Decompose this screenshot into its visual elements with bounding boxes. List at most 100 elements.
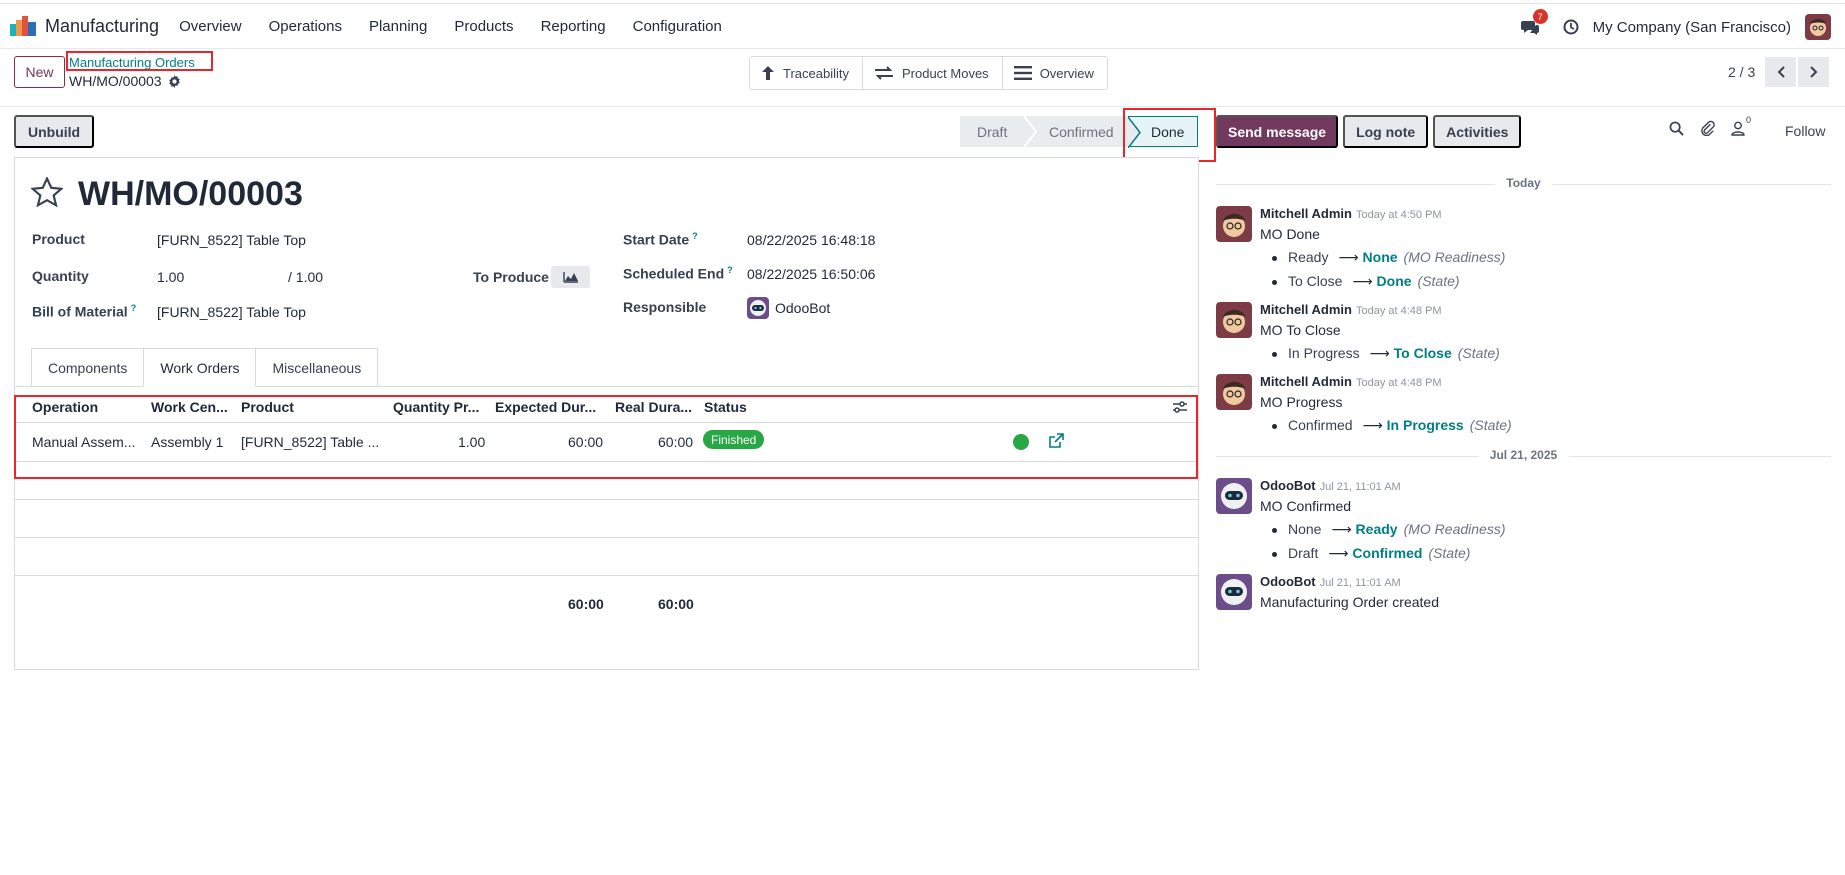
highlight-box — [1123, 108, 1216, 162]
total-real-duration: 60:00 — [658, 596, 694, 612]
menu-overview[interactable]: Overview — [179, 18, 242, 35]
avatar[interactable] — [1216, 478, 1252, 514]
message-author[interactable]: OdooBot — [1260, 478, 1316, 493]
avatar[interactable] — [1216, 374, 1252, 410]
search-messages-button[interactable] — [1669, 121, 1684, 136]
message-date: Today at 4:48 PM — [1355, 305, 1442, 317]
tab-components[interactable]: Components — [31, 348, 145, 387]
overview-label: Overview — [1039, 65, 1094, 81]
forecast-report-button[interactable] — [551, 266, 590, 288]
manufacturing-app-icon — [10, 16, 36, 36]
odoobot-avatar — [747, 297, 769, 319]
menu-configuration[interactable]: Configuration — [633, 18, 722, 35]
breadcrumb-current: WH/MO/00003 — [69, 73, 181, 89]
empty-row — [15, 538, 1198, 576]
record-name: WH/MO/00003 — [69, 73, 162, 89]
avatar[interactable] — [1216, 302, 1252, 338]
quantity-field[interactable]: 1.00 — [157, 269, 184, 285]
message-author[interactable]: Mitchell Admin — [1260, 374, 1352, 389]
tracking-value: In Progress ⟶ To Close (State) — [1260, 345, 1831, 362]
menu-operations[interactable]: Operations — [269, 18, 342, 35]
message-author[interactable]: OdooBot — [1260, 574, 1316, 589]
systray: 7 My Company (San Francisco) — [1520, 4, 1845, 50]
status-draft[interactable]: Draft — [960, 116, 1024, 147]
avatar[interactable] — [1216, 206, 1252, 242]
message: Mitchell Admin Today at 4:50 PM MO Done R… — [1216, 202, 1831, 290]
responsible-label: Responsible — [623, 299, 707, 315]
product-moves-label: Product Moves — [901, 65, 989, 81]
bars-icon — [1013, 66, 1032, 80]
product-moves-button[interactable]: Product Moves — [863, 57, 1003, 89]
menu-reporting[interactable]: Reporting — [541, 18, 606, 35]
message-body: MO Progress — [1260, 394, 1343, 410]
message: OdooBot Jul 21, 11:01 AM Manufacturing Or… — [1216, 570, 1831, 610]
chevron-left-icon — [1777, 66, 1785, 78]
bom-label: Bill of Material? — [32, 303, 137, 320]
responsible-field[interactable]: OdooBot — [775, 300, 830, 316]
date-separator: Jul 21, 2025 — [1216, 446, 1831, 466]
unbuild-button[interactable]: Unbuild — [14, 115, 95, 148]
menu-planning[interactable]: Planning — [369, 18, 427, 35]
start-date-field[interactable]: 08/22/2025 16:48:18 — [747, 232, 875, 248]
star-icon[interactable] — [31, 177, 63, 208]
messaging-button[interactable]: 7 — [1520, 9, 1548, 35]
message-body: MO Confirmed — [1260, 498, 1352, 514]
message-author[interactable]: Mitchell Admin — [1260, 206, 1352, 221]
message: Mitchell Admin Today at 4:48 PM MO Progre… — [1216, 370, 1831, 434]
main-menu: Overview Operations Planning Products Re… — [179, 18, 749, 35]
pager-next-button[interactable] — [1798, 57, 1830, 87]
empty-row — [15, 500, 1198, 538]
message-date: Jul 21, 11:01 AM — [1319, 577, 1401, 589]
highlight-box — [66, 51, 213, 71]
overview-button[interactable]: Overview — [1003, 57, 1107, 89]
log-note-button[interactable]: Log note — [1343, 115, 1429, 148]
quantity-label: Quantity — [32, 268, 89, 284]
product-field[interactable]: [FURN_8522] Table Top — [157, 232, 306, 248]
tracking-value: None ⟶ Ready (MO Readiness) — [1260, 521, 1831, 538]
paperclip-icon — [1701, 120, 1715, 136]
attachments-button[interactable] — [1700, 120, 1715, 136]
control-panel: New Manufacturing Orders WH/MO/00003 Tra… — [0, 49, 1845, 107]
message-author[interactable]: Mitchell Admin — [1260, 302, 1352, 317]
scheduled-end-field[interactable]: 08/22/2025 16:50:06 — [747, 266, 875, 282]
smart-buttons: Traceability Product Moves Overview — [749, 56, 1108, 90]
activities-button[interactable]: Activities — [1433, 115, 1522, 148]
user-avatar[interactable] — [1805, 14, 1831, 40]
area-chart-icon — [562, 272, 578, 283]
follow-button[interactable]: Follow — [1785, 123, 1825, 139]
gear-icon[interactable] — [168, 74, 181, 88]
traceability-button[interactable]: Traceability — [750, 57, 863, 89]
highlight-box — [14, 395, 1198, 479]
notebook-tabs: Components Work Orders Miscellaneous — [31, 348, 379, 387]
message-body: Manufacturing Order created — [1260, 594, 1439, 610]
menu-products[interactable]: Products — [454, 18, 513, 35]
avatar[interactable] — [1216, 574, 1252, 610]
status-confirmed[interactable]: Confirmed — [1024, 116, 1128, 147]
activity-button[interactable] — [1563, 19, 1579, 35]
pager-value[interactable]: 2 / 3 — [1728, 64, 1755, 80]
message: Mitchell Admin Today at 4:48 PM MO To Clo… — [1216, 298, 1831, 362]
chevron-right-icon — [1810, 66, 1818, 78]
company-switcher[interactable]: My Company (San Francisco) — [1593, 19, 1791, 36]
pager-previous-button[interactable] — [1765, 57, 1797, 87]
message-body: MO Done — [1260, 226, 1320, 242]
bom-field[interactable]: [FURN_8522] Table Top — [157, 304, 306, 320]
send-message-button[interactable]: Send message — [1216, 115, 1339, 148]
to-produce-label: To Produce — [473, 269, 549, 285]
app-brand[interactable]: Manufacturing — [10, 16, 159, 37]
follower-count: 0 — [1746, 114, 1752, 125]
status-confirmed-label: Confirmed — [1049, 123, 1114, 140]
exchange-icon — [874, 66, 893, 80]
new-button[interactable]: New — [14, 56, 65, 88]
chatter-toolbar: Send message Log note Activities — [1216, 115, 1526, 148]
followers-button[interactable]: 0 — [1731, 115, 1751, 136]
total-expected-duration: 60:00 — [568, 596, 604, 612]
tab-miscellaneous[interactable]: Miscellaneous — [255, 348, 379, 387]
scheduled-end-label: Scheduled End? — [623, 265, 733, 282]
message-date: Jul 21, 11:01 AM — [1319, 481, 1401, 493]
date-separator-label: Jul 21, 2025 — [1477, 448, 1570, 462]
tab-work-orders[interactable]: Work Orders — [143, 348, 257, 387]
product-label: Product — [32, 231, 85, 247]
chatter-icons: 0 — [1669, 115, 1761, 136]
tracking-value: Confirmed ⟶ In Progress (State) — [1260, 417, 1831, 434]
